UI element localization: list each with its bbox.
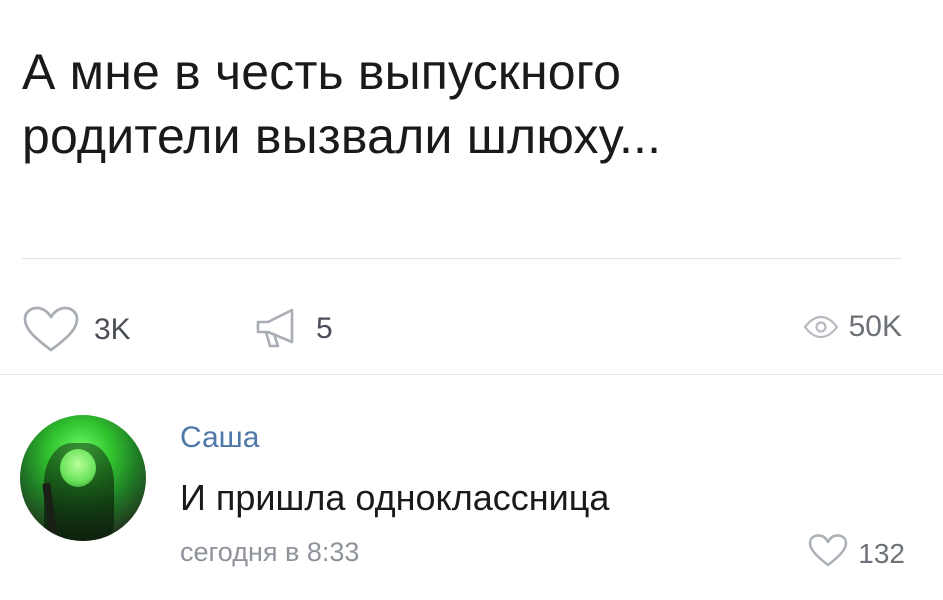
eye-icon xyxy=(803,315,839,339)
comment-author-link[interactable]: Саша xyxy=(180,421,259,455)
post-text: А мне в честь выпускного родители вызвал… xyxy=(22,40,902,168)
like-button[interactable]: 3K xyxy=(22,306,131,354)
views-count: 50K xyxy=(848,310,902,343)
post-text-line-1: А мне в честь выпускного xyxy=(22,44,622,100)
post-divider xyxy=(22,258,902,259)
megaphone-icon xyxy=(254,306,302,352)
avatar[interactable] xyxy=(20,415,146,541)
comment-item: Саша И пришла одноклассница сегодня в 8:… xyxy=(0,374,943,600)
post-actions-bar: 3K 5 50K xyxy=(22,306,902,354)
comment-timestamp: сегодня в 8:33 xyxy=(180,537,360,567)
avatar-face xyxy=(60,449,96,487)
share-button[interactable]: 5 xyxy=(254,306,333,352)
comment-like-count: 132 xyxy=(858,537,905,569)
like-count: 3K xyxy=(94,313,131,346)
views-indicator: 50K xyxy=(803,310,902,344)
comment-like-button[interactable]: 132 xyxy=(808,534,905,573)
heart-icon xyxy=(22,306,80,354)
heart-icon xyxy=(808,534,848,573)
share-count: 5 xyxy=(316,312,333,345)
comment-text: И пришла одноклассница xyxy=(180,477,610,518)
post-text-line-2: родители вызвали шлюху... xyxy=(22,108,662,164)
